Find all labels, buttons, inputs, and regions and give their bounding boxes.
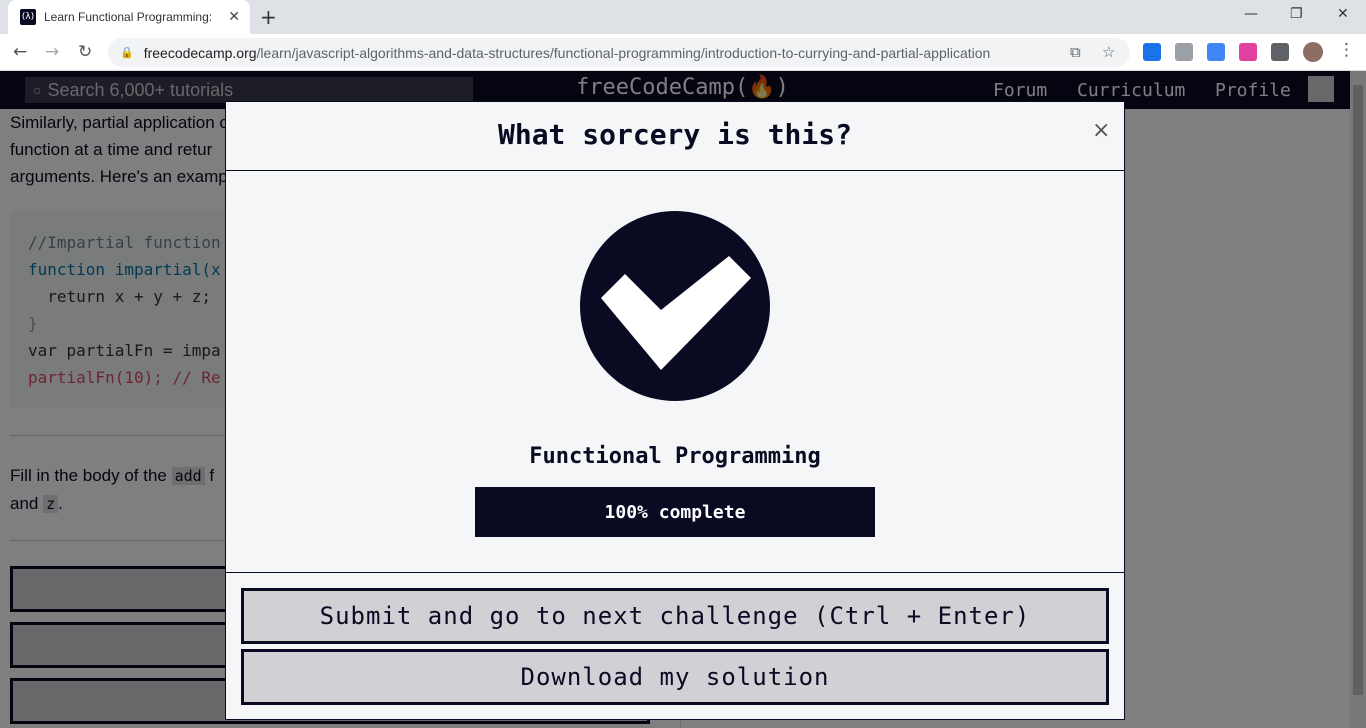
profile-avatar-icon[interactable] [1303, 42, 1323, 62]
address-bar[interactable]: 🔒 freecodecamp.org/learn/javascript-algo… [108, 38, 1130, 67]
close-icon[interactable]: × [1092, 118, 1110, 143]
submit-next-challenge-button[interactable]: Submit and go to next challenge (Ctrl + … [241, 588, 1109, 644]
gradient-extension-icon[interactable] [1239, 43, 1257, 61]
url-host: freecodecamp.org [143, 44, 257, 61]
url-path: /learn/javascript-algorithms-and-data-st… [256, 44, 991, 61]
modal-title: What sorcery is this? [497, 118, 852, 151]
checkmark-icon [580, 211, 770, 401]
completion-modal: What sorcery is this? × Functional Progr… [225, 101, 1125, 720]
tab-title: Learn Functional Programming: Introducti… [44, 10, 214, 24]
browser-toolbar: ← → ↻ 🔒 freecodecamp.org/learn/javascrip… [0, 34, 1366, 71]
modal-footer: Submit and go to next challenge (Ctrl + … [226, 572, 1124, 719]
browser-menu-icon[interactable]: ⋮ [1338, 40, 1355, 60]
modal-header: What sorcery is this? × [226, 102, 1124, 171]
download-solution-button[interactable]: Download my solution [241, 649, 1109, 705]
browser-tab[interactable]: (λ) Learn Functional Programming: Introd… [8, 0, 250, 34]
new-tab-icon[interactable]: + [260, 5, 277, 29]
window-close-icon[interactable]: ✕ [1337, 6, 1349, 22]
url-text: freecodecamp.org/learn/javascript-algori… [144, 45, 991, 61]
progress-bar: 100% complete [475, 487, 875, 537]
lock-icon: 🔒 [120, 47, 134, 59]
superblock-title: Functional Programming [529, 444, 821, 469]
google-translate-icon[interactable] [1207, 43, 1225, 61]
drive-icon[interactable] [1175, 43, 1193, 61]
reload-icon[interactable]: ↻ [78, 42, 92, 62]
download-label: Download my solution [520, 663, 830, 691]
forward-icon[interactable]: → [45, 42, 59, 62]
modal-body: Functional Programming 100% complete [226, 172, 1124, 572]
submit-label: Submit and go to next challenge (Ctrl + … [319, 602, 1031, 630]
bookmark-star-icon[interactable]: ☆ [1102, 43, 1115, 61]
progress-text: 100% complete [604, 501, 746, 523]
close-tab-icon[interactable]: ✕ [228, 8, 240, 25]
restore-icon[interactable]: ❐ [1290, 6, 1303, 22]
extension-d-icon[interactable] [1143, 43, 1161, 61]
translate-icon[interactable]: ⧉ [1070, 43, 1081, 61]
puzzle-extensions-icon[interactable] [1271, 43, 1289, 61]
minimize-icon[interactable]: — [1244, 6, 1258, 22]
fcc-favicon-icon: (λ) [20, 9, 36, 25]
browser-tabstrip: (λ) Learn Functional Programming: Introd… [0, 0, 1366, 34]
back-icon[interactable]: ← [13, 42, 27, 62]
